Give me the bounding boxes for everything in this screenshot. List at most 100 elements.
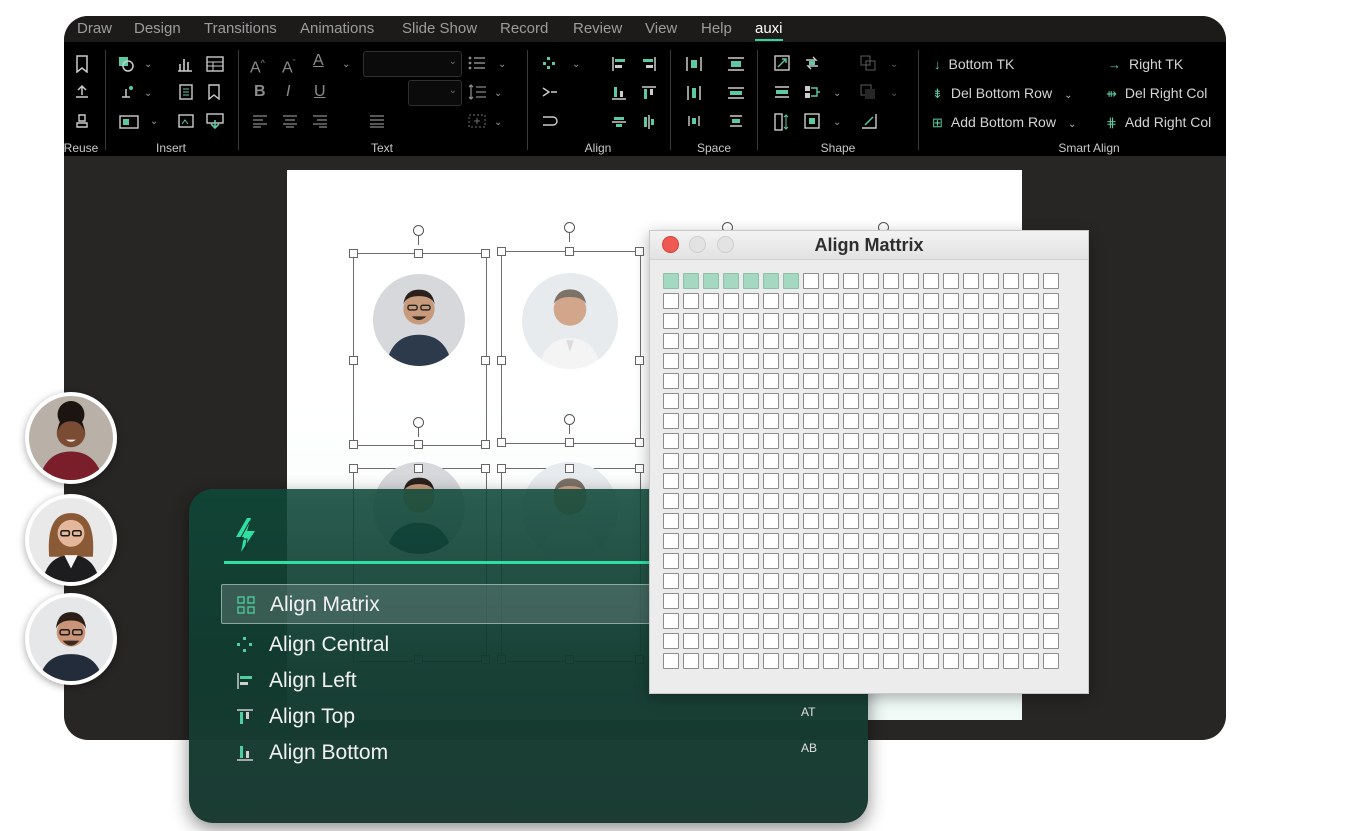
matrix-cell[interactable] — [903, 453, 919, 469]
add-point-icon[interactable] — [120, 85, 134, 99]
resize-handle[interactable] — [349, 356, 358, 365]
matrix-cell[interactable] — [1003, 613, 1019, 629]
matrix-cell[interactable] — [903, 473, 919, 489]
matrix-cell[interactable] — [823, 553, 839, 569]
chevron-down-icon[interactable]: ⌄ — [572, 59, 580, 70]
matrix-cell[interactable] — [923, 413, 939, 429]
matrix-cell[interactable] — [683, 653, 699, 669]
matrix-cell[interactable] — [1043, 393, 1059, 409]
matrix-cell[interactable] — [823, 573, 839, 589]
matrix-cell[interactable] — [823, 653, 839, 669]
resize-icon[interactable] — [774, 55, 790, 71]
matrix-cell[interactable] — [943, 373, 959, 389]
matrix-cell[interactable] — [1003, 653, 1019, 669]
matrix-cell[interactable] — [703, 513, 719, 529]
matrix-cell[interactable] — [743, 353, 759, 369]
shapes-icon[interactable] — [118, 56, 134, 72]
matrix-cell[interactable] — [943, 573, 959, 589]
matrix-cell[interactable] — [863, 493, 879, 509]
matrix-cell[interactable] — [1023, 593, 1039, 609]
matrix-cell[interactable] — [743, 573, 759, 589]
matrix-cell[interactable] — [803, 433, 819, 449]
stamp-icon[interactable] — [75, 113, 89, 129]
matrix-cell[interactable] — [1043, 333, 1059, 349]
matrix-cell[interactable] — [723, 533, 739, 549]
spacing-tight-icon[interactable] — [729, 114, 743, 128]
matrix-cell[interactable] — [683, 533, 699, 549]
group-objects-icon[interactable] — [860, 55, 876, 71]
matrix-cell[interactable] — [903, 273, 919, 289]
matrix-cell[interactable] — [1043, 473, 1059, 489]
matrix-cell[interactable] — [983, 593, 999, 609]
matrix-cell[interactable] — [723, 653, 739, 669]
matrix-cell[interactable] — [863, 653, 879, 669]
matrix-cell[interactable] — [1023, 513, 1039, 529]
matrix-cell[interactable] — [783, 353, 799, 369]
matrix-cell[interactable] — [683, 633, 699, 649]
matrix-cell[interactable] — [863, 293, 879, 309]
resize-handle[interactable] — [497, 247, 506, 256]
matrix-cell[interactable] — [1003, 333, 1019, 349]
resize-handle[interactable] — [414, 464, 423, 473]
matrix-cell[interactable] — [1003, 273, 1019, 289]
matrix-cell[interactable] — [663, 493, 679, 509]
matrix-cell[interactable] — [1023, 293, 1039, 309]
matrix-cell[interactable] — [883, 373, 899, 389]
matrix-cell[interactable] — [943, 333, 959, 349]
matrix-cell[interactable] — [723, 393, 739, 409]
matrix-cell[interactable] — [963, 493, 979, 509]
matrix-cell[interactable] — [903, 513, 919, 529]
line-spacing-icon[interactable] — [468, 84, 486, 100]
matrix-cell[interactable] — [863, 633, 879, 649]
matrix-cell[interactable] — [783, 473, 799, 489]
matrix-cell[interactable] — [1003, 413, 1019, 429]
matrix-cell[interactable] — [703, 273, 719, 289]
matrix-cell[interactable] — [703, 553, 719, 569]
matrix-cell[interactable] — [1043, 293, 1059, 309]
matrix-cell[interactable] — [963, 593, 979, 609]
matrix-cell[interactable] — [703, 573, 719, 589]
matrix-cell[interactable] — [883, 593, 899, 609]
matrix-cell[interactable] — [843, 533, 859, 549]
matrix-cell[interactable] — [883, 293, 899, 309]
matrix-cell[interactable] — [823, 593, 839, 609]
matrix-cell[interactable] — [923, 633, 939, 649]
matrix-cell[interactable] — [663, 573, 679, 589]
matrix-cell[interactable] — [763, 293, 779, 309]
matrix-cell[interactable] — [983, 353, 999, 369]
justify-icon[interactable] — [369, 114, 385, 128]
matrix-cell[interactable] — [743, 653, 759, 669]
spacing-small-icon[interactable] — [687, 114, 701, 128]
matrix-cell[interactable] — [843, 493, 859, 509]
matrix-cell[interactable] — [863, 573, 879, 589]
matrix-cell[interactable] — [723, 273, 739, 289]
matrix-cell[interactable] — [983, 393, 999, 409]
list-sheet-icon[interactable] — [178, 84, 194, 100]
rotate-handle-icon[interactable] — [564, 222, 575, 233]
matrix-cell[interactable] — [743, 453, 759, 469]
rotate-handle-icon[interactable] — [413, 225, 424, 236]
matrix-cell[interactable] — [1023, 613, 1039, 629]
chevron-down-icon[interactable]: ⌄ — [144, 88, 152, 99]
matrix-cell[interactable] — [783, 373, 799, 389]
matrix-cell[interactable] — [823, 533, 839, 549]
matrix-cell[interactable] — [723, 353, 739, 369]
matrix-cell[interactable] — [743, 273, 759, 289]
matrix-cell[interactable] — [763, 593, 779, 609]
matrix-cell[interactable] — [1003, 633, 1019, 649]
stack-icon[interactable] — [774, 84, 790, 100]
matrix-cell[interactable] — [723, 413, 739, 429]
matrix-cell[interactable] — [863, 613, 879, 629]
tab-view[interactable]: View — [645, 20, 677, 37]
matrix-cell[interactable] — [743, 313, 759, 329]
user-avatar[interactable] — [29, 498, 113, 582]
matrix-cell[interactable] — [663, 633, 679, 649]
matrix-cell[interactable] — [983, 633, 999, 649]
matrix-cell[interactable] — [703, 293, 719, 309]
matrix-cell[interactable] — [783, 273, 799, 289]
matrix-cell[interactable] — [963, 553, 979, 569]
matrix-cell[interactable] — [823, 513, 839, 529]
matrix-cell[interactable] — [723, 573, 739, 589]
underline-button[interactable]: U — [314, 84, 326, 100]
matrix-cell[interactable] — [843, 653, 859, 669]
